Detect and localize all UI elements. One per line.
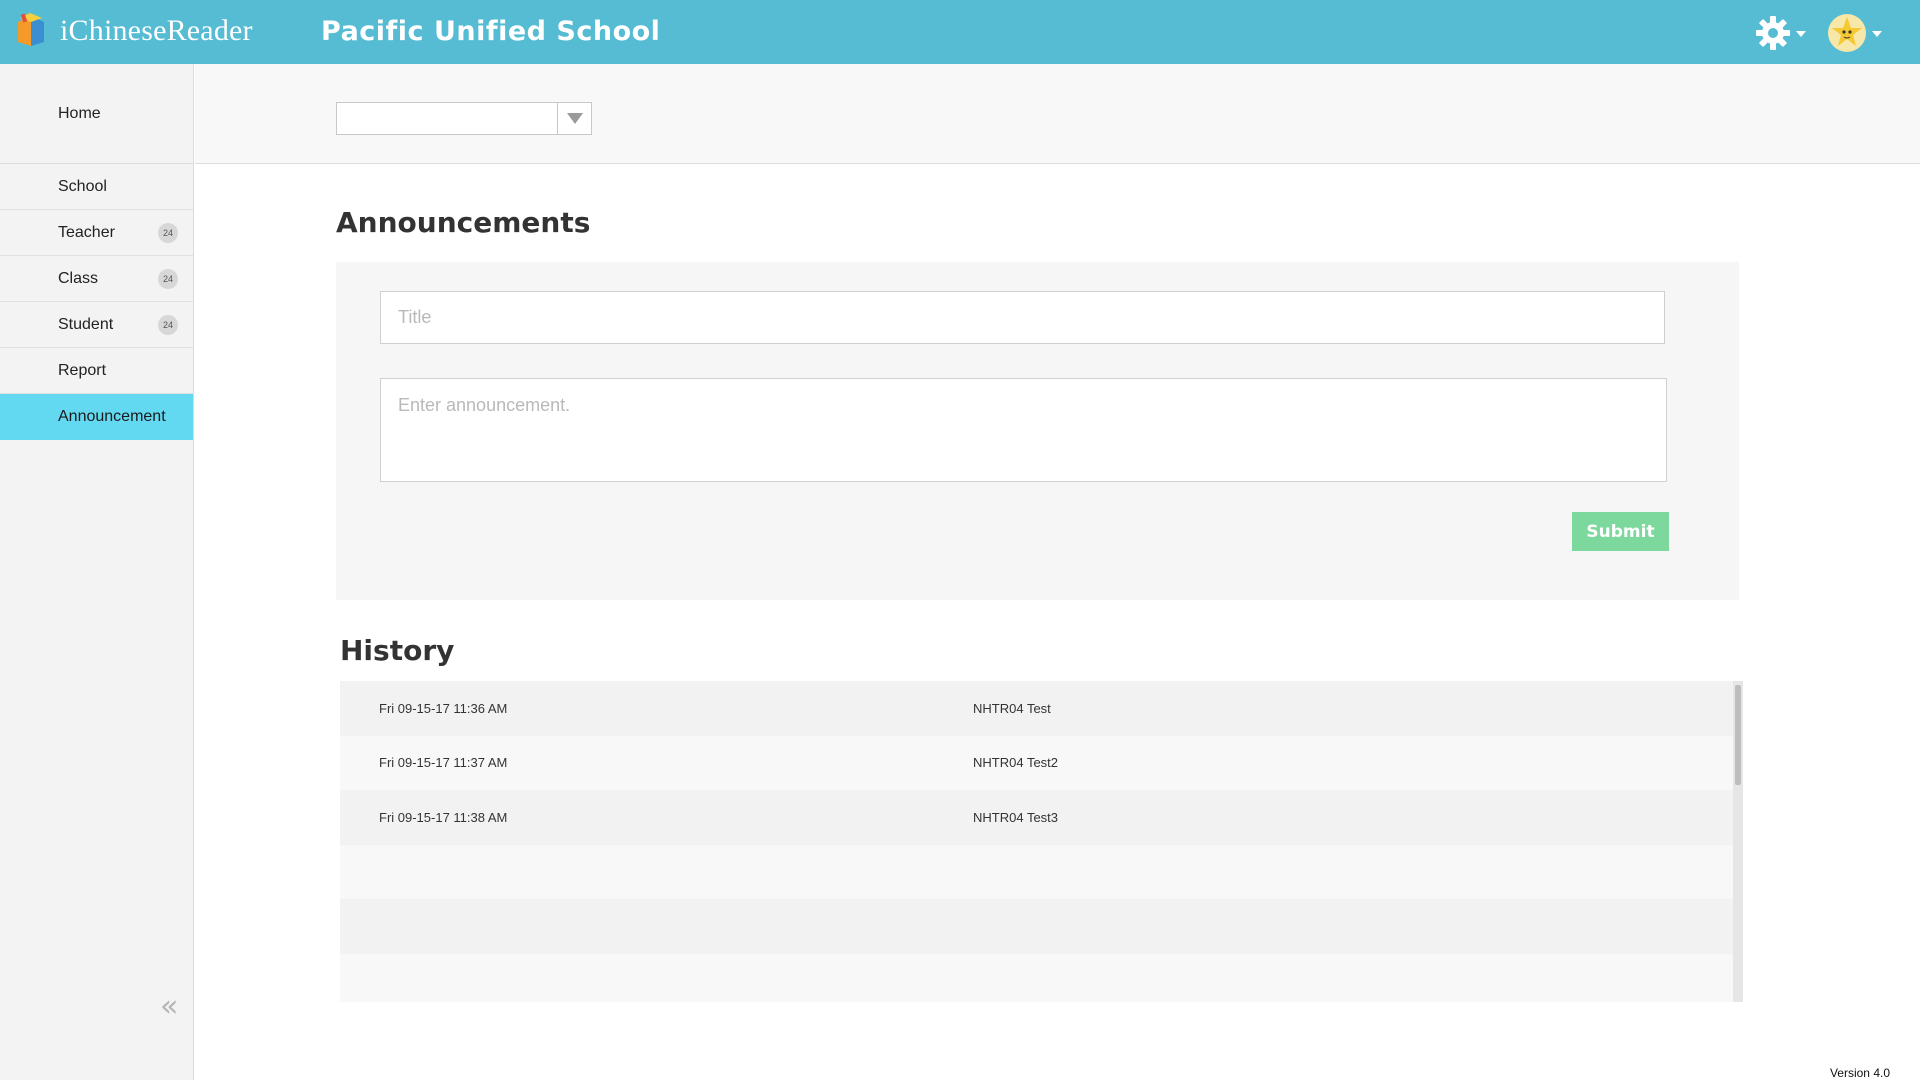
history-row-empty	[340, 953, 1743, 1002]
sidebar-item-label: Announcement	[58, 407, 166, 425]
history-date: Fri 09-15-17 11:37 AM	[379, 755, 508, 771]
history-heading: History	[340, 634, 455, 667]
history-date: Fri 09-15-17 11:38 AM	[379, 809, 508, 825]
user-menu-button[interactable]	[1826, 12, 1886, 54]
history-row[interactable]: Fri 09-15-17 11:37 AM NHTR04 Test2	[340, 735, 1743, 790]
sidebar: Home School Teacher 24 Class 24 Student …	[0, 64, 194, 1080]
history-date: Fri 09-15-17 11:36 AM	[379, 700, 508, 716]
sidebar-item-label: Report	[58, 361, 107, 379]
sidebar-item-home[interactable]: Home	[0, 64, 193, 164]
school-select[interactable]	[336, 102, 592, 135]
history-row-empty	[340, 844, 1743, 899]
chevron-down-icon	[1796, 31, 1806, 37]
app-name: iChineseReader	[60, 14, 253, 47]
settings-menu-button[interactable]	[1754, 14, 1814, 52]
chevron-down-icon	[566, 113, 583, 124]
history-list: Fri 09-15-17 11:36 AM NHTR04 Test Fri 09…	[340, 681, 1743, 1002]
count-badge: 24	[158, 268, 178, 289]
submit-button[interactable]: Submit	[1572, 512, 1669, 551]
book-logo-icon	[18, 13, 44, 46]
announcement-title-input[interactable]	[380, 291, 1665, 344]
version-label: Version 4.0	[1829, 1066, 1890, 1080]
history-title: NHTR04 Test2	[973, 755, 1059, 771]
history-row[interactable]: Fri 09-15-17 11:38 AM NHTR04 Test3	[340, 790, 1743, 845]
sidebar-item-label: Home	[58, 104, 101, 122]
school-name: Pacific Unified School	[321, 16, 661, 47]
history-title: NHTR04 Test	[973, 700, 1051, 716]
announcements-heading: Announcements	[336, 206, 591, 239]
app-logo[interactable]: iChineseReader	[14, 12, 253, 50]
sidebar-item-label: Student	[58, 315, 114, 333]
select-dropdown-button[interactable]	[557, 103, 591, 134]
announcement-body-input[interactable]	[380, 378, 1667, 482]
history-row-empty	[340, 899, 1743, 954]
collapse-sidebar-icon[interactable]: «	[160, 992, 178, 1022]
select-value	[337, 103, 557, 134]
history-title: NHTR04 Test3	[973, 809, 1059, 825]
sidebar-item-announcement[interactable]: Announcement	[0, 394, 193, 440]
star-avatar-icon	[1828, 14, 1866, 52]
scrollbar-thumb[interactable]	[1735, 685, 1741, 785]
count-badge: 24	[158, 314, 178, 335]
history-row[interactable]: Fri 09-15-17 11:36 AM NHTR04 Test	[340, 681, 1743, 736]
count-badge: 24	[158, 222, 178, 243]
sidebar-item-label: Class	[58, 269, 99, 287]
history-scrollbar[interactable]	[1733, 681, 1743, 1002]
top-bar: iChineseReader Pacific Unified School	[0, 0, 1920, 64]
sidebar-item-school[interactable]: School	[0, 164, 193, 210]
sidebar-item-teacher[interactable]: Teacher 24	[0, 210, 193, 256]
chevron-down-icon	[1872, 31, 1882, 37]
sidebar-item-student[interactable]: Student 24	[0, 302, 193, 348]
sidebar-item-label: School	[58, 177, 107, 195]
sidebar-item-class[interactable]: Class 24	[0, 256, 193, 302]
gear-icon	[1756, 16, 1790, 50]
sidebar-item-report[interactable]: Report	[0, 348, 193, 394]
sidebar-item-label: Teacher	[58, 223, 115, 241]
filter-bar	[195, 64, 1920, 164]
announcement-form: Submit	[336, 262, 1739, 600]
